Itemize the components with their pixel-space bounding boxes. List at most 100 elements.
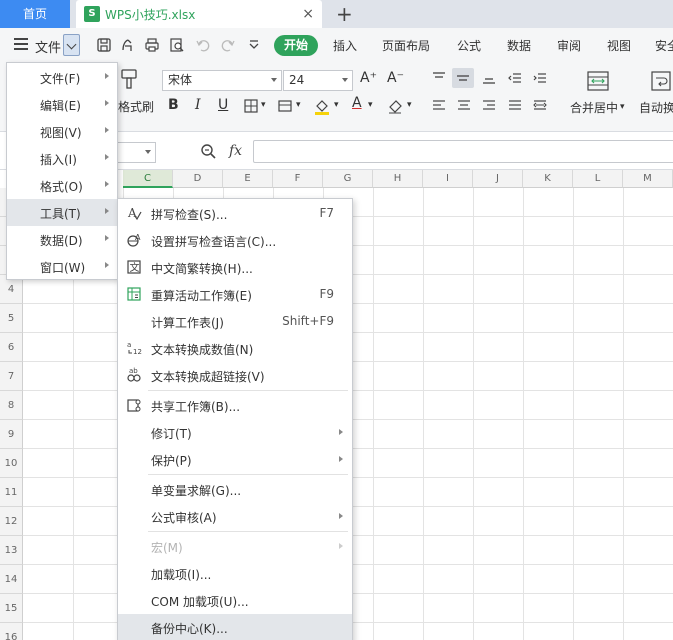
column-header[interactable]: J [473,170,523,188]
column-header[interactable]: L [573,170,623,188]
merge-center-icon[interactable] [586,70,610,92]
cell-style-icon[interactable] [277,98,293,114]
increase-font-size-button[interactable]: A⁺ [360,70,377,86]
font-size-select[interactable]: 24 [283,70,353,91]
row-header[interactable]: 15 [0,594,23,623]
tools-menu-item[interactable]: 共享工作簿(B)... [118,392,352,419]
tools-menu-item[interactable]: 加载项(I)... [118,560,352,587]
tools-menu-item[interactable]: 重算活动工作簿(E) F9 [118,281,352,308]
decrease-indent-icon[interactable] [507,70,523,86]
column-header[interactable]: D [173,170,223,188]
row-header[interactable]: 14 [0,565,23,594]
column-header[interactable]: G [323,170,373,188]
document-tab[interactable]: S WPS小技巧.xlsx × [76,0,322,28]
fill-color-icon[interactable] [313,97,331,115]
column-header[interactable]: E [223,170,273,188]
row-header[interactable]: 13 [0,536,23,565]
row-header[interactable]: 8 [0,391,23,420]
row-header[interactable]: 12 [0,507,23,536]
file-menu-item[interactable]: 数据(D) [7,226,117,253]
save-icon[interactable] [96,37,112,53]
align-center-icon[interactable] [456,98,472,114]
bold-button[interactable]: B [168,97,179,113]
column-header[interactable]: C [123,170,173,188]
format-brush-icon[interactable] [118,68,140,92]
tools-menu-item[interactable]: 保护(P) [118,446,352,473]
file-menu-item[interactable]: 插入(I) [7,145,117,172]
file-menu-button[interactable]: 文件 [35,37,61,56]
justify-icon[interactable] [507,98,523,114]
file-menu-item[interactable]: 工具(T) [7,199,117,226]
tools-menu-item[interactable]: 单变量求解(G)... [118,476,352,503]
column-header[interactable]: H [373,170,423,188]
new-tab-icon[interactable]: + [336,2,353,26]
clear-format-icon[interactable] [386,97,404,115]
chevron-down-icon[interactable]: ▾ [261,97,266,113]
tab-review[interactable]: 审阅 [557,37,581,54]
tools-menu-item[interactable]: ab 文本转换成超链接(V) [118,362,352,389]
borders-icon[interactable] [243,98,259,114]
tab-view[interactable]: 视图 [607,37,631,54]
tab-page-layout[interactable]: 页面布局 [382,37,430,54]
formula-input[interactable] [253,140,673,163]
underline-button[interactable]: U [218,97,228,113]
file-menu-dropdown-icon[interactable] [63,34,80,56]
tools-menu-item[interactable]: A 拼写检查(S)... F7 [118,200,352,227]
format-brush-button[interactable]: 格式刷 [118,98,154,115]
align-bottom-icon[interactable] [481,70,497,86]
distributed-align-icon[interactable] [532,98,548,114]
font-name-select[interactable]: 宋体 [162,70,282,91]
tools-menu-item[interactable]: A 设置拼写检查语言(C)... [118,227,352,254]
chevron-down-icon[interactable]: ▾ [334,97,339,113]
align-left-icon[interactable] [431,98,447,114]
tab-formulas[interactable]: 公式 [457,37,481,54]
home-tab[interactable]: 首页 [0,0,70,28]
chevron-down-icon[interactable]: ▾ [296,97,301,113]
increase-indent-icon[interactable] [532,70,548,86]
align-middle-button[interactable] [452,68,474,88]
customize-toolbar-icon[interactable] [246,37,262,53]
chevron-down-icon[interactable]: ▾ [620,99,625,115]
zoom-icon[interactable] [200,143,216,159]
tab-start[interactable]: 开始 [274,35,318,56]
print-preview-icon[interactable] [169,37,185,53]
row-header[interactable]: 9 [0,420,23,449]
row-header[interactable]: 10 [0,449,23,478]
decrease-font-size-button[interactable]: A⁻ [387,70,404,86]
undo-icon[interactable] [195,37,211,53]
tools-menu-item[interactable]: a123 文本转换成数值(N) [118,335,352,362]
tools-menu-item[interactable]: 文中文简繁转换(H)... [118,254,352,281]
row-header[interactable]: 6 [0,333,23,362]
export-pdf-icon[interactable] [119,37,135,53]
column-header[interactable]: K [523,170,573,188]
file-menu-item[interactable]: 格式(O) [7,172,117,199]
align-top-icon[interactable] [431,70,447,86]
chevron-down-icon[interactable]: ▾ [368,97,373,113]
name-box[interactable] [116,142,156,163]
chevron-down-icon[interactable]: ▾ [407,97,412,113]
tools-menu-item[interactable]: 备份中心(K)... [118,614,352,640]
file-menu-item[interactable]: 编辑(E) [7,91,117,118]
tools-menu-item[interactable]: 计算工作表(J) Shift+F9 [118,308,352,335]
column-header[interactable]: F [273,170,323,188]
file-menu-item[interactable]: 窗口(W) [7,253,117,280]
font-color-button[interactable]: A [352,95,362,111]
file-menu-item[interactable]: 视图(V) [7,118,117,145]
tools-menu-item[interactable]: 修订(T) [118,419,352,446]
row-header[interactable]: 5 [0,304,23,333]
insert-function-button[interactable]: fx [229,143,242,159]
hamburger-menu-icon[interactable] [14,38,28,50]
file-menu-item[interactable]: 文件(F) [7,64,117,91]
close-tab-icon[interactable]: × [302,5,314,23]
row-header[interactable]: 16 [0,623,23,640]
align-right-icon[interactable] [481,98,497,114]
column-header[interactable]: I [423,170,473,188]
tab-security[interactable]: 安全 [655,37,673,54]
italic-button[interactable]: I [195,97,201,113]
auto-wrap-button[interactable]: 自动换 [639,99,673,116]
tab-data[interactable]: 数据 [507,37,531,54]
row-header[interactable]: 7 [0,362,23,391]
column-header[interactable]: M [623,170,673,188]
redo-icon[interactable] [220,37,236,53]
auto-wrap-icon[interactable] [650,70,672,92]
